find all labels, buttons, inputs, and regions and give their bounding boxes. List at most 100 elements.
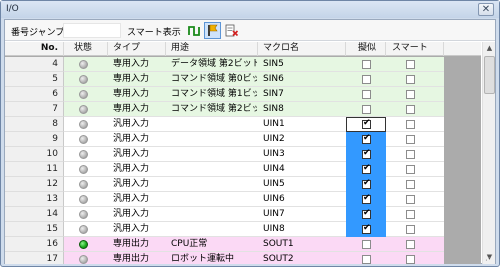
- clear-button[interactable]: [223, 22, 240, 39]
- row-number[interactable]: 13: [5, 192, 64, 207]
- status-led-icon: [79, 225, 88, 234]
- row-type: 汎用入力: [113, 179, 150, 189]
- pulse-button[interactable]: [186, 22, 203, 39]
- table-row[interactable]: 13 汎用入力 UIN6: [5, 192, 481, 207]
- row-number[interactable]: 14: [5, 207, 64, 222]
- smart-checkbox[interactable]: [406, 105, 415, 114]
- row-macro-name: SIN7: [263, 89, 284, 99]
- table-row[interactable]: 12 汎用入力 UIN5: [5, 177, 481, 192]
- smart-checkbox[interactable]: [406, 165, 415, 174]
- row-use: コマンド領域 第0ビッ: [171, 74, 257, 84]
- smart-checkbox[interactable]: [406, 195, 415, 204]
- pulse-icon: [188, 26, 200, 36]
- table-row[interactable]: 17 専用出力 ロボット運転中 SOUT2: [5, 252, 481, 264]
- row-use: [171, 207, 257, 222]
- smart-checkbox[interactable]: [406, 135, 415, 144]
- table-row[interactable]: 9 汎用入力 UIN2: [5, 132, 481, 147]
- smart-checkbox[interactable]: [406, 225, 415, 234]
- resize-grip-icon[interactable]: ⋰: [485, 253, 494, 262]
- row-number[interactable]: 9: [5, 132, 64, 147]
- row-number[interactable]: 12: [5, 177, 64, 192]
- row-type: 汎用入力: [113, 134, 150, 144]
- status-led-icon: [79, 90, 88, 99]
- table-row[interactable]: 4 専用入力 データ領域 第2ビット SIN5: [5, 57, 481, 72]
- status-led-icon: [79, 210, 88, 219]
- column-header-no[interactable]: No.: [5, 42, 64, 56]
- scroll-thumb[interactable]: [484, 56, 495, 94]
- table-row[interactable]: 14 汎用入力 UIN7: [5, 207, 481, 222]
- scroll-up-icon[interactable]: ▲: [483, 42, 496, 55]
- row-use: [171, 117, 257, 132]
- row-number[interactable]: 17: [5, 252, 64, 264]
- smart-checkbox[interactable]: [406, 240, 415, 249]
- sim-checkbox[interactable]: [362, 148, 371, 159]
- number-jump-input[interactable]: [63, 23, 121, 38]
- status-led-icon: [79, 135, 88, 144]
- sim-checkbox[interactable]: [362, 60, 371, 69]
- status-led-icon: [79, 255, 88, 264]
- table-row[interactable]: 7 専用入力 コマンド領域 第2ビッ SIN8: [5, 102, 481, 117]
- smart-checkbox[interactable]: [406, 255, 415, 264]
- status-led-icon: [79, 75, 88, 84]
- status-led-icon: [79, 150, 88, 159]
- column-header-smart[interactable]: スマート: [386, 42, 444, 56]
- row-macro-name: UIN8: [263, 224, 285, 234]
- sim-checkbox[interactable]: [362, 90, 371, 99]
- status-led-icon: [79, 120, 88, 129]
- table-row[interactable]: 6 専用入力 コマンド領域 第1ビッ SIN7: [5, 87, 481, 102]
- sim-checkbox[interactable]: [362, 208, 371, 219]
- row-number[interactable]: 5: [5, 72, 64, 87]
- column-header-type[interactable]: タイプ: [108, 42, 166, 56]
- row-type: 専用出力: [113, 254, 150, 264]
- row-macro-name: UIN5: [263, 179, 285, 189]
- row-type: 専用入力: [113, 89, 150, 99]
- smart-checkbox[interactable]: [406, 120, 415, 129]
- row-use: [171, 147, 257, 162]
- column-header-use[interactable]: 用途: [166, 42, 258, 56]
- row-number[interactable]: 7: [5, 102, 64, 117]
- sim-checkbox[interactable]: [362, 163, 371, 174]
- sim-checkbox[interactable]: [362, 133, 371, 144]
- sim-checkbox[interactable]: [362, 118, 371, 129]
- row-number[interactable]: 15: [5, 222, 64, 237]
- smart-checkbox[interactable]: [406, 90, 415, 99]
- column-header-macro[interactable]: マクロ名: [258, 42, 346, 56]
- table-row[interactable]: 15 汎用入力 UIN8: [5, 222, 481, 237]
- sim-checkbox[interactable]: [362, 193, 371, 204]
- sim-checkbox[interactable]: [362, 105, 371, 114]
- close-button[interactable]: ✕: [478, 3, 494, 16]
- row-number[interactable]: 4: [5, 57, 64, 72]
- table-row[interactable]: 16 専用出力 CPU正常 SOUT1: [5, 237, 481, 252]
- status-led-icon: [79, 165, 88, 174]
- row-use: ロボット運転中: [171, 254, 235, 264]
- simulate-button[interactable]: [204, 22, 221, 39]
- row-type: 汎用入力: [113, 224, 150, 234]
- smart-checkbox[interactable]: [406, 60, 415, 69]
- table-row[interactable]: 11 汎用入力 UIN4: [5, 162, 481, 177]
- vertical-scrollbar[interactable]: ▲ ▼: [482, 42, 495, 264]
- smart-checkbox[interactable]: [406, 180, 415, 189]
- sim-checkbox[interactable]: [362, 178, 371, 189]
- sim-checkbox[interactable]: [362, 75, 371, 84]
- column-header-sim[interactable]: 擬似: [346, 42, 386, 56]
- title-bar[interactable]: I/O ✕: [1, 1, 499, 18]
- row-macro-name: SOUT2: [263, 254, 294, 264]
- status-led-icon: [79, 180, 88, 189]
- row-macro-name: SIN6: [263, 74, 284, 84]
- table-row[interactable]: 10 汎用入力 UIN3: [5, 147, 481, 162]
- sim-checkbox[interactable]: [362, 223, 371, 234]
- row-number[interactable]: 10: [5, 147, 64, 162]
- table-row[interactable]: 5 専用入力 コマンド領域 第0ビッ SIN6: [5, 72, 481, 87]
- row-number[interactable]: 6: [5, 87, 64, 102]
- column-header-status[interactable]: 状態: [64, 42, 108, 56]
- row-number[interactable]: 8: [5, 117, 64, 132]
- row-number[interactable]: 11: [5, 162, 64, 177]
- row-number[interactable]: 16: [5, 237, 64, 252]
- smart-checkbox[interactable]: [406, 75, 415, 84]
- sim-checkbox[interactable]: [362, 255, 371, 264]
- table-row[interactable]: 8 汎用入力 UIN1: [5, 117, 481, 132]
- smart-checkbox[interactable]: [406, 150, 415, 159]
- row-macro-name: UIN3: [263, 149, 285, 159]
- smart-checkbox[interactable]: [406, 210, 415, 219]
- sim-checkbox[interactable]: [362, 240, 371, 249]
